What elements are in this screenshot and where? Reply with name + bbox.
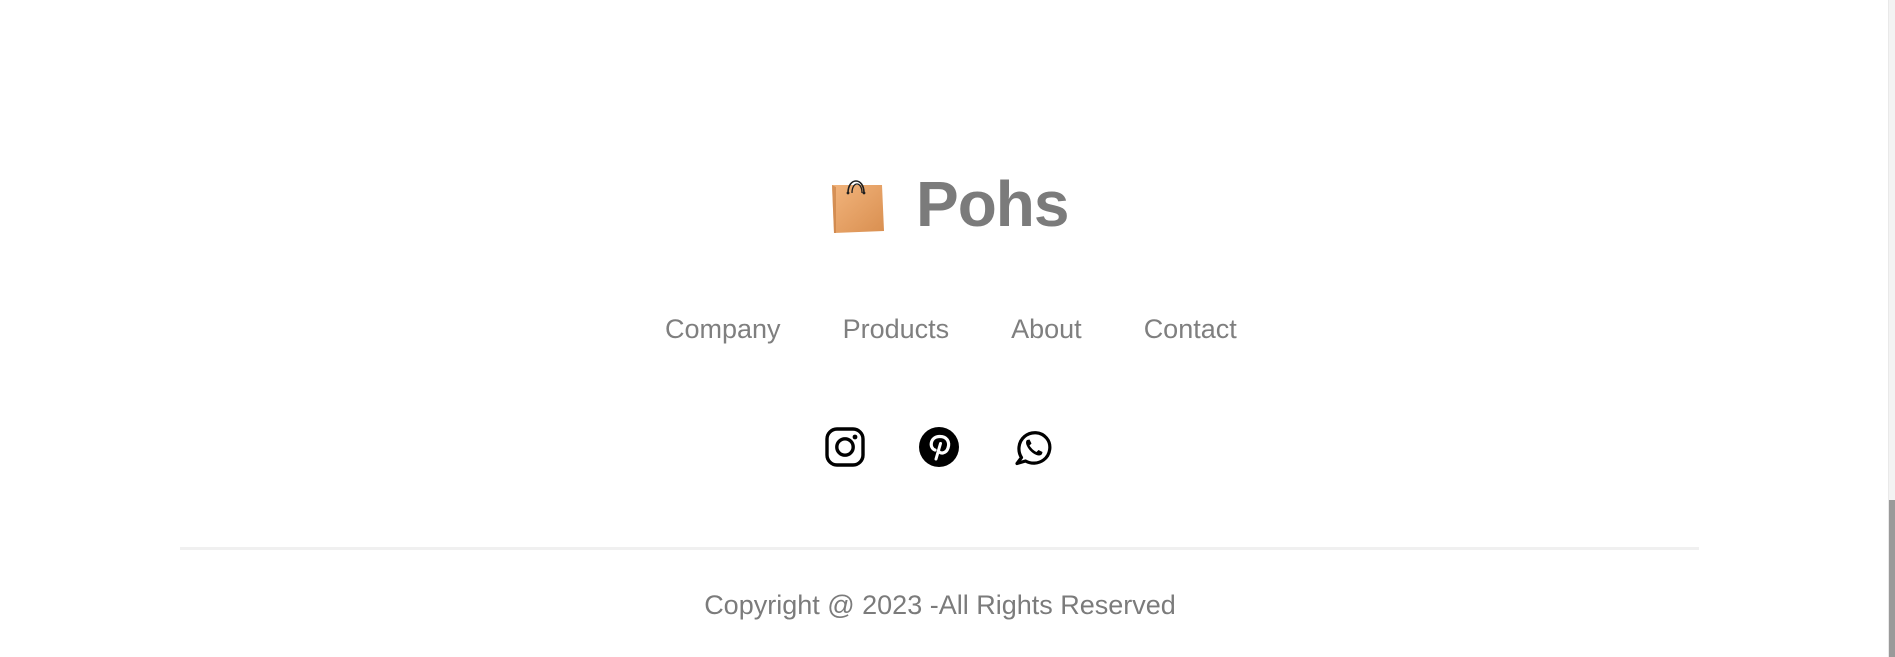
footer-divider	[180, 547, 1699, 550]
nav-link-company[interactable]: Company	[665, 314, 781, 345]
instagram-icon	[825, 427, 865, 467]
scrollbar-thumb[interactable]	[1889, 500, 1895, 657]
shopping-bag-icon	[832, 180, 884, 233]
footer-page: Pohs Company Products About Contact Copy…	[0, 0, 1895, 657]
pinterest-icon	[919, 427, 959, 467]
pinterest-link[interactable]	[918, 426, 960, 468]
whatsapp-icon	[1015, 431, 1052, 466]
copyright-text: Copyright @ 2023 -All Rights Reserved	[704, 590, 1176, 620]
social-links	[824, 426, 1054, 468]
nav-link-contact[interactable]: Contact	[1144, 314, 1237, 345]
whatsapp-link[interactable]	[1012, 426, 1054, 468]
nav-link-about[interactable]: About	[1011, 314, 1082, 345]
nav-link-products[interactable]: Products	[843, 314, 950, 345]
brand[interactable]: Pohs	[828, 168, 1069, 240]
footer-nav: Company Products About Contact	[665, 314, 1237, 345]
instagram-link[interactable]	[824, 426, 866, 468]
brand-name: Pohs	[916, 168, 1069, 240]
